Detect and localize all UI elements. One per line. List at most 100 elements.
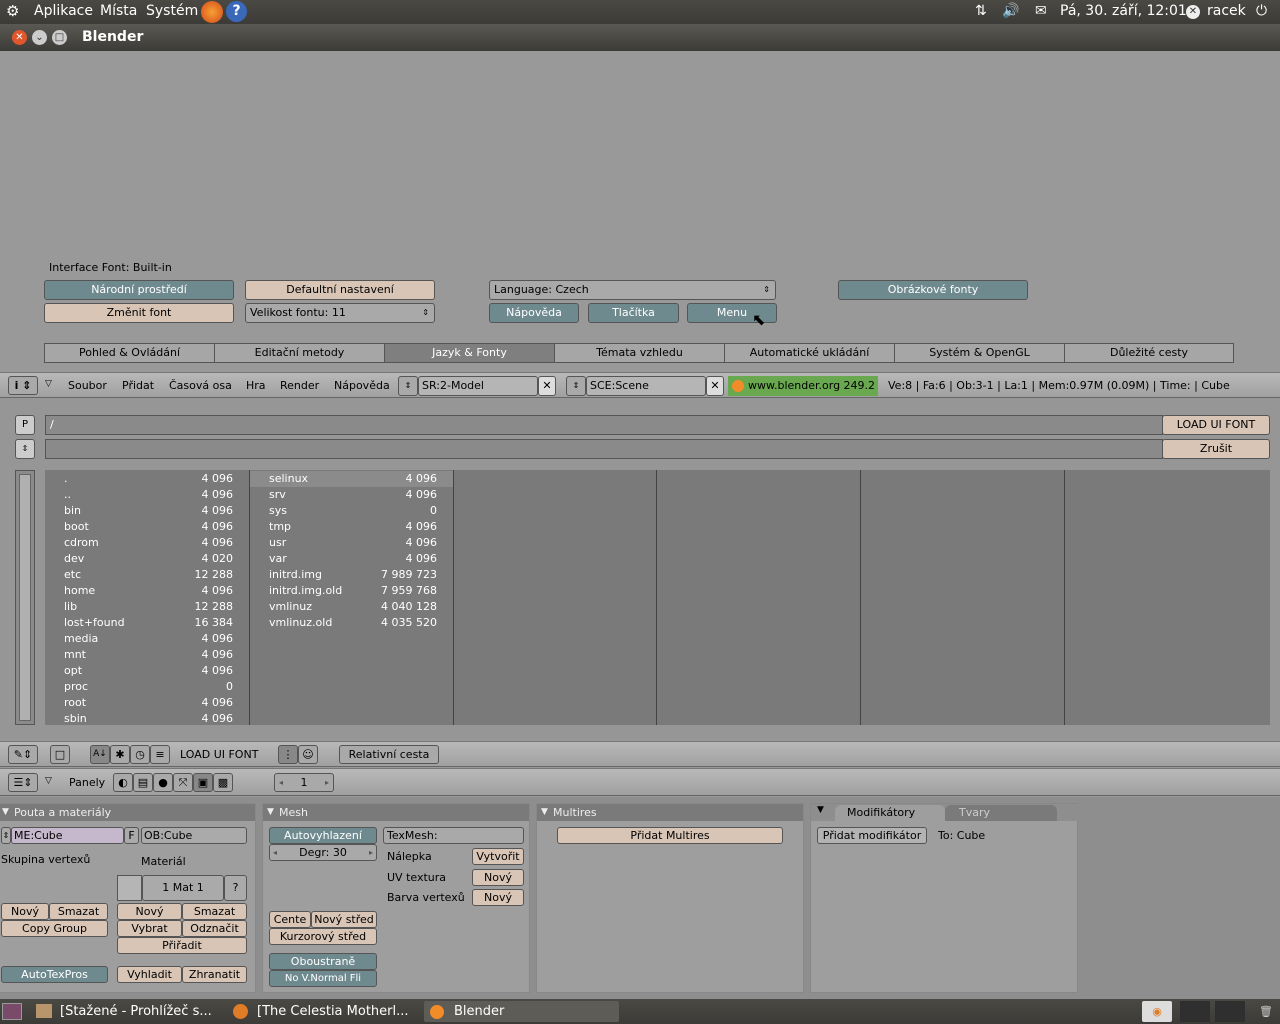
vgroup-delete-button[interactable]: Smazat (49, 903, 108, 920)
object-name-field[interactable]: OB:Cube (141, 827, 247, 844)
prev-arrow-icon[interactable]: ◂ (279, 774, 283, 791)
tab-shapes[interactable]: Tvary (945, 805, 1057, 821)
collapse-triangle-icon[interactable]: ▼ (541, 804, 548, 821)
buttons-toggle-button[interactable]: Tlačítka (588, 303, 679, 323)
file-row[interactable]: srv 4 096 (250, 487, 453, 503)
file-row[interactable]: initrd.img 7 989 723 (250, 567, 453, 583)
default-settings-button[interactable]: Defaultní nastavení (245, 280, 435, 300)
file-row[interactable]: tmp 4 096 (250, 519, 453, 535)
screen-name-field[interactable]: SR:2-Model (418, 376, 538, 396)
shading-context-icon[interactable]: ● (153, 773, 173, 792)
material-color-swatch[interactable] (117, 875, 142, 901)
load-ui-font-button[interactable]: LOAD UI FONT (1162, 415, 1270, 435)
sort-size-icon[interactable]: ≡ (150, 745, 170, 764)
network-icon[interactable]: ⇅ (975, 3, 987, 19)
file-row[interactable]: vmlinuz.old 4 035 520 (250, 615, 453, 631)
fullscreen-icon[interactable]: □ (50, 745, 70, 764)
ubuntu-logo-icon[interactable]: ⚙ (6, 2, 19, 20)
next-arrow-icon[interactable]: ▸ (325, 774, 329, 791)
sort-type-icon[interactable]: ✱ (110, 745, 130, 764)
sort-time-icon[interactable]: ◷ (130, 745, 150, 764)
autosmooth-button[interactable]: Autovyhlazení (269, 827, 377, 844)
file-row[interactable]: selinux 4 096 (250, 471, 453, 487)
volume-icon[interactable]: 🔊 (1002, 3, 1019, 19)
collapse-triangle-icon[interactable]: ▼ (267, 804, 274, 821)
menu-applications[interactable]: Aplikace (34, 3, 93, 19)
file-row[interactable]: proc 0 (45, 679, 249, 695)
menu-help[interactable]: Nápověda (334, 379, 390, 392)
centre-cursor-button[interactable]: Kurzorový střed (269, 928, 377, 945)
file-row[interactable]: initrd.img.old 7 959 768 (250, 583, 453, 599)
menu-timeline[interactable]: Časová osa (169, 379, 232, 392)
file-row[interactable]: lost+found 16 384 (45, 615, 249, 631)
sticky-create-button[interactable]: Vytvořit (472, 848, 524, 865)
file-row[interactable]: opt 4 096 (45, 663, 249, 679)
help-icon[interactable]: ? (226, 1, 247, 22)
file-row[interactable]: usr 4 096 (250, 535, 453, 551)
vcol-new-button[interactable]: Nový (472, 889, 524, 906)
material-select-button[interactable]: Vybrat (117, 920, 182, 937)
menu-system[interactable]: Systém (146, 3, 198, 19)
workspace-3[interactable] (1215, 1001, 1245, 1022)
vgroup-new-button[interactable]: Nový (1, 903, 49, 920)
page-number-field[interactable]: ◂ 1 ▸ (274, 773, 334, 792)
script-context-icon[interactable]: ▤ (133, 773, 153, 792)
file-row[interactable]: dev 4 020 (45, 551, 249, 567)
file-row[interactable]: var 4 096 (250, 551, 453, 567)
file-window-type-icon[interactable]: ✎⇕ (8, 745, 38, 764)
clock[interactable]: Pá, 30. září, 12:01 (1060, 3, 1187, 19)
change-font-button[interactable]: Změnit font (44, 303, 234, 323)
file-row[interactable]: boot 4 096 (45, 519, 249, 535)
material-deselect-button[interactable]: Odznačit (182, 920, 247, 937)
mesh-name-field[interactable]: ME:Cube (11, 827, 124, 844)
recent-dirs-icon[interactable]: ⇕ (15, 439, 35, 459)
file-row[interactable]: . 4 096 (45, 471, 249, 487)
file-row[interactable]: .. 4 096 (45, 487, 249, 503)
file-row[interactable]: etc 12 288 (45, 567, 249, 583)
set-solid-button[interactable]: Zhranatit (182, 966, 247, 983)
material-new-button[interactable]: Nový (117, 903, 182, 920)
parent-dir-button[interactable]: P (15, 415, 35, 435)
logic-context-icon[interactable]: ◐ (113, 773, 133, 792)
centre-button[interactable]: Cente (269, 911, 311, 928)
mail-icon[interactable]: ✉ (1035, 3, 1047, 19)
path-field[interactable]: / (45, 415, 1163, 435)
collapse-menu-icon[interactable]: ▽ (45, 776, 52, 786)
collapse-menu-icon[interactable]: ▽ (45, 379, 52, 389)
tab-auto-save[interactable]: Automatické ukládání (724, 343, 895, 363)
material-help-button[interactable]: ? (224, 875, 247, 901)
autotexspace-button[interactable]: AutoTexPros (1, 966, 108, 983)
file-scrollbar[interactable] (15, 470, 35, 725)
multires-panel-header[interactable]: ▼ Multires (537, 804, 803, 821)
relative-path-button[interactable]: Relativní cesta (339, 745, 439, 764)
file-row[interactable]: mnt 4 096 (45, 647, 249, 663)
file-row[interactable]: vmlinuz 4 040 128 (250, 599, 453, 615)
tab-edit-methods[interactable]: Editační metody (214, 343, 385, 363)
detail-view-icon[interactable]: ⋮ (278, 745, 298, 764)
filename-field[interactable] (45, 439, 1163, 459)
mesh-browse-icon[interactable]: ⇕ (1, 827, 11, 844)
power-icon[interactable]: ⏻ (1256, 3, 1267, 19)
collapse-triangle-icon[interactable]: ▼ (2, 804, 9, 821)
maximize-icon[interactable]: □ (52, 30, 67, 45)
centre-new-button[interactable]: Nový střed (311, 911, 377, 928)
material-assign-button[interactable]: Přiřadit (117, 937, 247, 954)
task-firefox[interactable]: [The Celestia Motherl... (227, 1001, 422, 1022)
tab-modifiers[interactable]: Modifikátory (835, 805, 945, 821)
links-panel-header[interactable]: ▼ Pouta a materiály (0, 804, 255, 821)
texmesh-field[interactable]: TexMesh: (383, 827, 524, 844)
buttons-window-type-icon[interactable]: ☰⇕ (8, 773, 38, 792)
mesh-panel-header[interactable]: ▼ Mesh (263, 804, 529, 821)
scene-delete-icon[interactable]: ✕ (706, 376, 724, 396)
scrollbar-thumb[interactable] (19, 474, 31, 721)
file-row[interactable]: home 4 096 (45, 583, 249, 599)
help-toggle-button[interactable]: Nápověda (489, 303, 579, 323)
material-index-field[interactable]: 1 Mat 1 (142, 875, 224, 901)
user-name[interactable]: racek (1207, 3, 1246, 19)
copy-group-button[interactable]: Copy Group (1, 920, 108, 937)
add-multires-button[interactable]: Přidat Multires (557, 827, 783, 844)
file-row[interactable]: bin 4 096 (45, 503, 249, 519)
sort-alpha-icon[interactable]: A↓ (90, 745, 110, 764)
trash-icon[interactable]: 🗑 (1256, 1001, 1276, 1022)
menu-render[interactable]: Render (280, 379, 319, 392)
